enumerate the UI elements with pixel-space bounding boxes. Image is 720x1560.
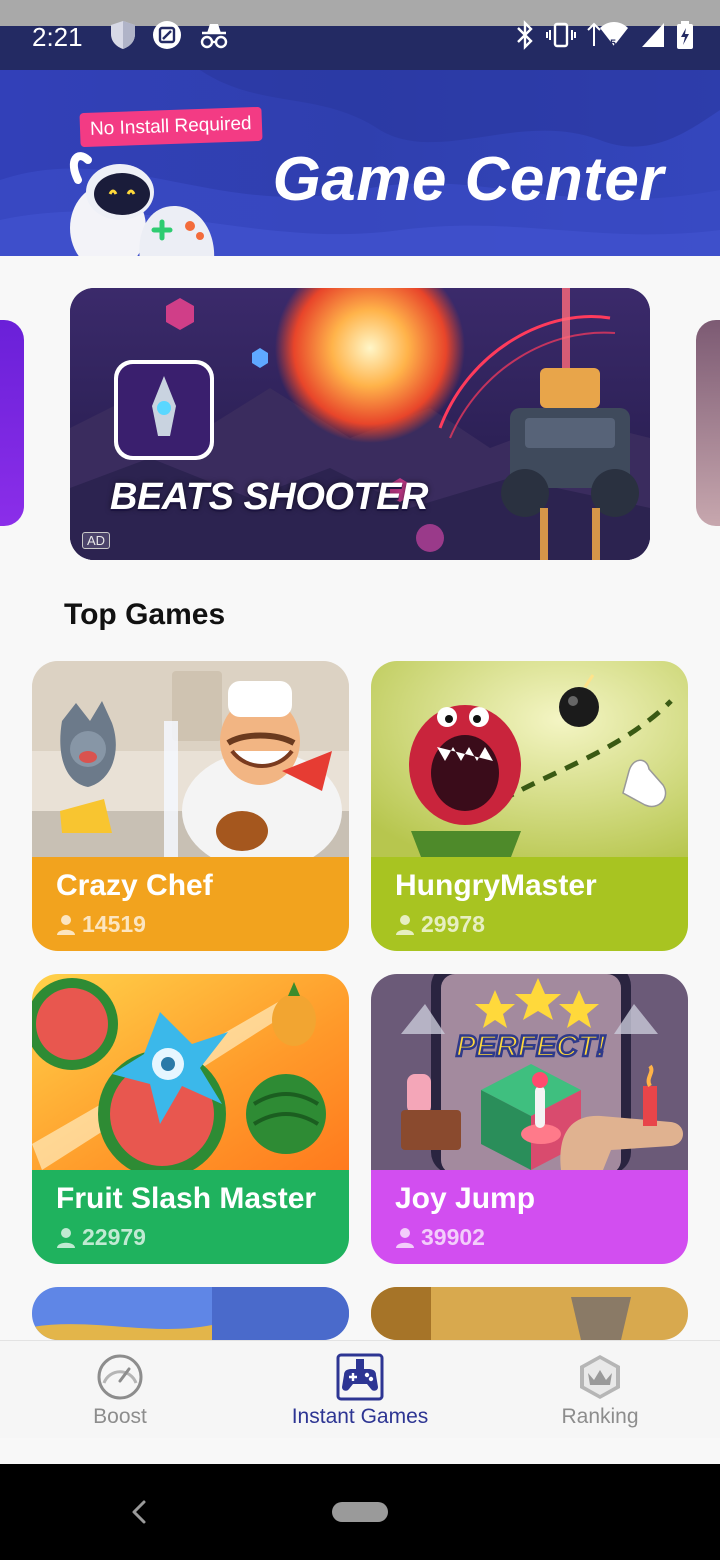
banner-artwork — [70, 288, 650, 560]
game-card-hungrymaster[interactable]: HungryMaster 29978 — [371, 661, 688, 951]
gamepad-icon — [336, 1353, 384, 1401]
person-icon — [396, 914, 414, 935]
fruit-slash-artwork — [32, 974, 349, 1170]
status-time: 2:21 — [32, 22, 83, 52]
game-name: Crazy Chef — [56, 869, 213, 902]
game-artwork-partial — [32, 1287, 349, 1340]
incognito-icon — [200, 24, 228, 49]
section-title-top-games: Top Games — [64, 598, 226, 631]
nav-label: Boost — [93, 1405, 147, 1428]
no-install-badge: No Install Required — [79, 106, 263, 148]
game-plays: 29978 — [395, 911, 485, 938]
back-arrow-icon[interactable] — [128, 1496, 150, 1528]
page-title: Game Center — [272, 145, 664, 214]
game-info: HungryMaster 29978 — [371, 857, 688, 951]
play-count: 39902 — [421, 1224, 485, 1250]
game-info: Crazy Chef 14519 — [32, 857, 349, 951]
wifi-icon: 5 — [587, 22, 628, 50]
game-card-fruit-slash-master[interactable]: Fruit Slash Master 22979 — [32, 974, 349, 1264]
featured-banner[interactable]: BEATS SHOOTER AD — [70, 288, 650, 560]
ad-tag: AD — [82, 532, 111, 549]
nav-item-ranking[interactable]: Ranking — [480, 1341, 720, 1439]
game-card-partial-2[interactable] — [371, 1287, 688, 1340]
game-plays: 39902 — [395, 1224, 485, 1251]
crown-icon — [580, 1355, 620, 1399]
bottom-navigation: Boost Instant Games Ranking — [0, 1340, 720, 1438]
bottom-spacer — [0, 1438, 720, 1464]
game-info: Fruit Slash Master 22979 — [32, 1170, 349, 1264]
home-pill-button[interactable] — [332, 1502, 388, 1522]
person-icon — [57, 914, 75, 935]
screenshot-icon — [153, 21, 181, 49]
game-card-joy-jump[interactable]: PERFECT! Joy Jump 39902 — [371, 974, 688, 1264]
game-plays: 14519 — [56, 911, 146, 938]
system-navigation-bar — [0, 1464, 720, 1560]
robot-mascot-icon — [69, 152, 215, 256]
play-count: 14519 — [82, 911, 146, 937]
nav-item-instant-games[interactable]: Instant Games — [240, 1341, 480, 1439]
battery-icon — [677, 21, 693, 49]
featured-carousel[interactable]: BEATS SHOOTER AD — [0, 256, 720, 586]
bluetooth-icon — [517, 20, 533, 50]
shield-icon — [111, 21, 135, 49]
svg-text:PERFECT!: PERFECT! — [456, 1030, 606, 1063]
play-count: 22979 — [82, 1224, 146, 1250]
hungrymaster-artwork — [371, 661, 688, 857]
person-icon — [57, 1227, 75, 1248]
vibrate-icon — [546, 22, 576, 48]
game-plays: 22979 — [56, 1224, 146, 1251]
nav-item-boost[interactable]: Boost — [0, 1341, 240, 1439]
game-info: Joy Jump 39902 — [371, 1170, 688, 1264]
carousel-prev-card[interactable] — [0, 320, 24, 526]
game-artwork-partial — [371, 1287, 688, 1340]
nav-label: Instant Games — [291, 1405, 429, 1428]
status-bar: 2:21 5 — [0, 20, 720, 70]
game-name: Joy Jump — [395, 1182, 536, 1215]
joy-jump-artwork: PERFECT! — [371, 974, 688, 1170]
speedometer-icon — [97, 1354, 143, 1400]
play-count: 29978 — [421, 911, 485, 937]
game-name: HungryMaster — [395, 869, 597, 902]
nav-label: Ranking — [561, 1405, 639, 1428]
svg-text:5: 5 — [610, 38, 616, 50]
person-icon — [396, 1227, 414, 1248]
game-name: Fruit Slash Master — [56, 1182, 317, 1215]
crazy-chef-artwork — [32, 661, 349, 857]
signal-icon — [642, 23, 664, 47]
game-card-partial-1[interactable] — [32, 1287, 349, 1340]
carousel-next-card[interactable] — [696, 320, 720, 526]
game-card-crazy-chef[interactable]: Crazy Chef 14519 — [32, 661, 349, 951]
game-center-header: No Install Required Game Center — [0, 70, 720, 256]
banner-title: BEATS SHOOTER — [110, 476, 428, 518]
